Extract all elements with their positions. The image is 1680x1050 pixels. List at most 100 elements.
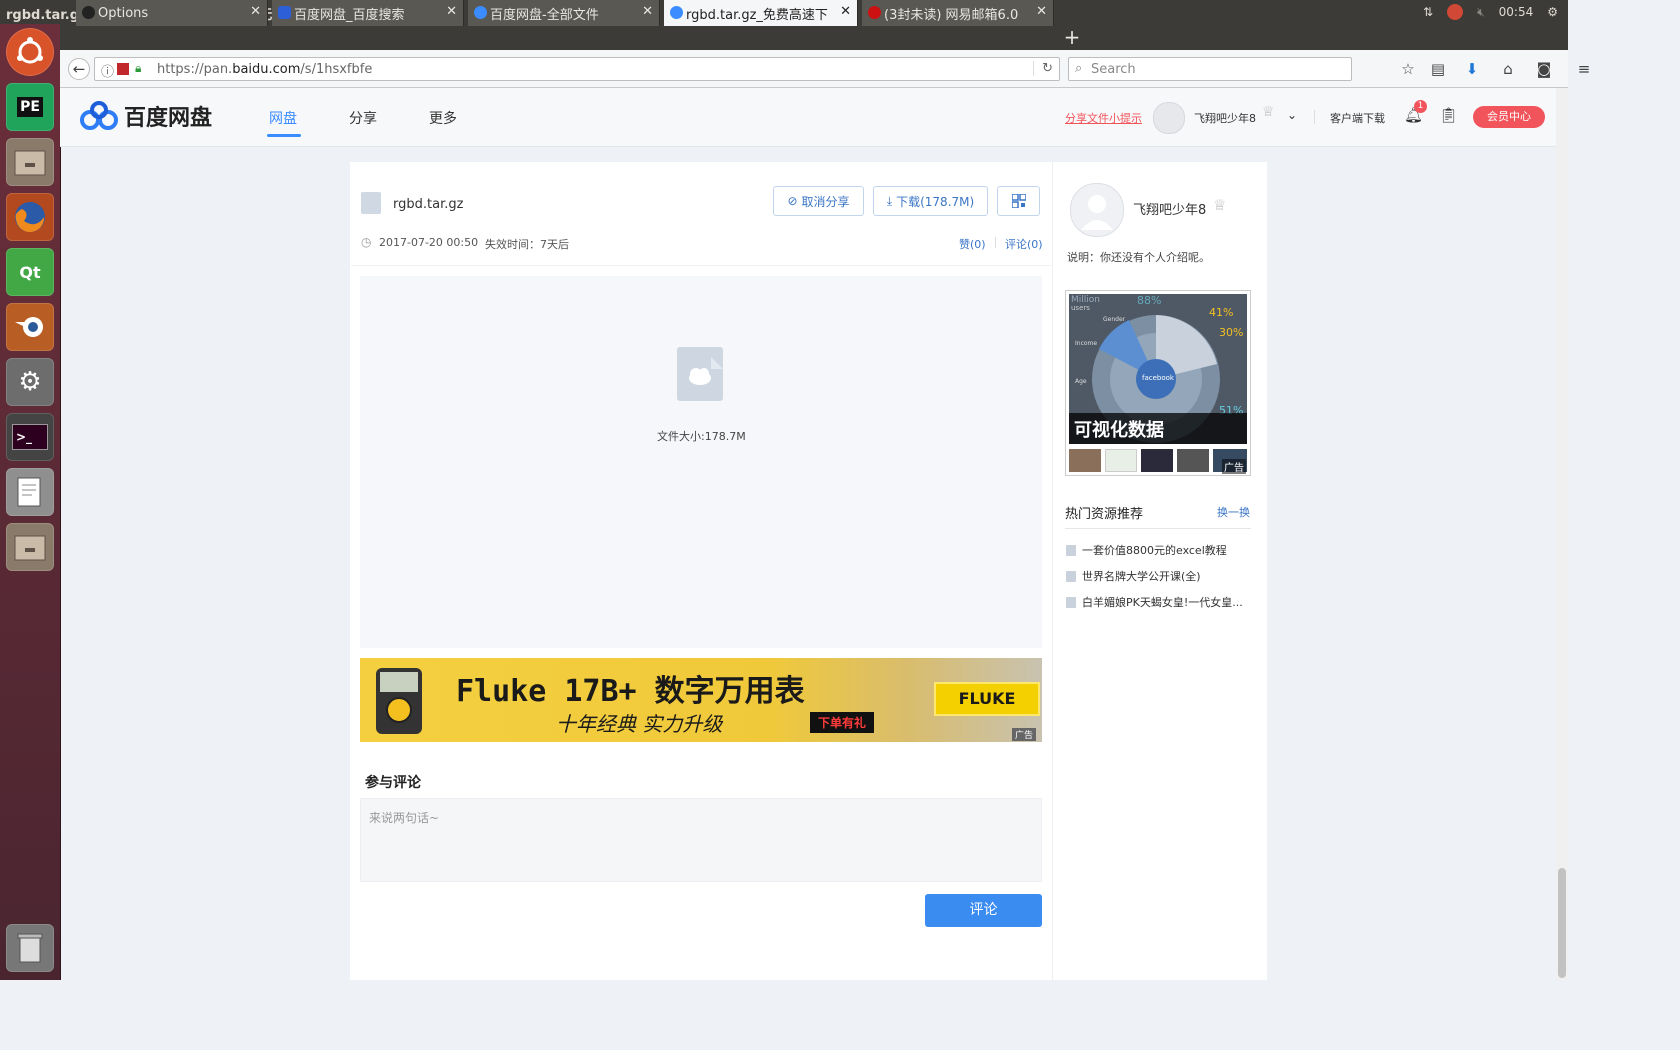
cancel-circle-icon: ⊘ [787, 194, 798, 208]
expire-time: 失效时间：7天后 [485, 238, 569, 251]
back-arrow-icon[interactable]: ← [68, 58, 90, 80]
tab-baidu-search[interactable]: 百度网盘_百度搜索 ✕ [272, 0, 464, 26]
home-icon[interactable]: ⌂ [1498, 59, 1518, 79]
firefox-icon[interactable] [6, 193, 54, 241]
file-preview-area [360, 276, 1042, 648]
baidu-pan-icon [474, 6, 487, 19]
sidebar-ad[interactable]: Million users 88% 41% 30% 51% facebook G… [1065, 290, 1251, 476]
submit-comment-button[interactable]: 评论 [925, 894, 1042, 927]
ad-slogan: 十年经典 实力升级 [556, 712, 723, 736]
close-icon[interactable]: ✕ [1036, 4, 1047, 19]
search-icon: ⌕ [1075, 61, 1083, 76]
ad-thumbnail[interactable] [1141, 449, 1173, 472]
blocked-content-icon[interactable] [117, 63, 129, 75]
volume-muted-icon[interactable]: 🔇︎ [1477, 5, 1485, 20]
refresh-link[interactable]: 换一换 [1217, 504, 1250, 520]
ad-thumbnail[interactable] [1105, 449, 1137, 472]
close-icon[interactable]: ✕ [642, 4, 653, 19]
nav-pan[interactable]: 网盘 [269, 108, 297, 128]
ubuntu-dash-icon[interactable] [6, 28, 54, 76]
system-settings-icon[interactable]: ⚙ [6, 358, 54, 406]
blender-icon[interactable] [6, 303, 54, 351]
reading-list-icon[interactable]: ▤ [1428, 59, 1448, 79]
site-logo[interactable]: 百度网盘 [80, 100, 212, 132]
comment-input[interactable]: 来说两句话~ [360, 798, 1042, 882]
input-method-icon[interactable] [1447, 4, 1464, 20]
comment-heading: 参与评论 [365, 775, 421, 791]
files-icon[interactable] [6, 138, 54, 186]
terminal-icon[interactable]: >_ [6, 413, 54, 461]
nav-more[interactable]: 更多 [429, 108, 457, 128]
scrollbar-thumb[interactable] [1558, 868, 1566, 978]
download-icon: ⤓ [886, 193, 893, 208]
infographic-text: 30% [1219, 326, 1244, 339]
qr-code-button[interactable] [997, 186, 1040, 216]
bookmark-star-icon[interactable]: ☆ [1398, 59, 1418, 79]
nav-share[interactable]: 分享 [349, 108, 377, 128]
crown-icon: ♕ [1262, 104, 1275, 120]
close-icon[interactable]: ✕ [446, 4, 457, 19]
sidebar-avatar[interactable] [1070, 183, 1124, 237]
file-name: rgbd.tar.gz [393, 197, 464, 212]
tab-rgbd-share[interactable]: rgbd.tar.gz_免费高速下 ✕ [664, 0, 858, 26]
url-bar[interactable]: ⓘ 🔒︎ https://pan.baidu.com/s/1hsxfbfe ↻ [94, 57, 1060, 81]
search-placeholder: Search [1091, 62, 1136, 77]
tab-label: 百度网盘-全部文件 [490, 7, 599, 23]
new-tab-button[interactable]: + [1060, 24, 1084, 50]
download-button[interactable]: ⤓ 下载(178.7M) [873, 186, 988, 216]
cancel-share-button[interactable]: ⊘ 取消分享 [773, 186, 864, 216]
clock[interactable]: 00:54 [1499, 5, 1534, 19]
close-icon[interactable]: ✕ [250, 4, 261, 19]
files-second-icon[interactable] [6, 523, 54, 571]
search-bar[interactable]: ⌕ Search [1068, 57, 1352, 81]
doc-icon [1066, 544, 1076, 556]
text-editor-icon[interactable] [6, 468, 54, 516]
tab-netease-mail[interactable]: (3封未读) 网易邮箱6.0 ✕ [862, 0, 1054, 26]
download-arrow-icon[interactable]: ⬇ [1462, 59, 1482, 79]
divider [995, 237, 996, 248]
cloud-file-icon [677, 347, 723, 401]
avatar[interactable] [1153, 102, 1185, 134]
github-icon [82, 6, 95, 19]
hot-item-label: 白羊媚娘PK天蝎女皇!一代女皇... [1082, 596, 1243, 609]
ad-promo: 下单有礼 [810, 712, 875, 733]
menu-hamburger-icon[interactable]: ≡ [1574, 59, 1594, 79]
reload-icon[interactable]: ↻ [1033, 61, 1053, 76]
network-icon[interactable]: ⇅ [1423, 5, 1433, 19]
qt-creator-icon[interactable]: Qt [6, 248, 54, 296]
hot-resources-title: 热门资源推荐 [1065, 507, 1144, 522]
settings-gear-icon[interactable]: ⚙ [1547, 5, 1558, 19]
client-download-link[interactable]: 客户端下载 [1330, 110, 1385, 126]
tab-options[interactable]: Options ✕ [76, 0, 268, 26]
share-tip-link[interactable]: 分享文件小提示 [1065, 110, 1142, 126]
brand-name: 百度网盘 [124, 106, 213, 131]
ad-banner[interactable]: Fluke 17B+ 数字万用表 十年经典 实力升级 下单有礼 FLUKE 广告 [360, 658, 1042, 742]
share-date: 2017-07-20 00:50 [379, 236, 479, 249]
ad-thumbnail[interactable] [1177, 449, 1209, 472]
hot-item[interactable]: 白羊媚娘PK天蝎女皇!一代女皇... [1066, 594, 1243, 610]
sidebar-username[interactable]: 飞翔吧少年8 [1133, 199, 1206, 218]
chevron-down-icon[interactable]: ⌄ [1287, 108, 1297, 122]
lock-icon[interactable]: 🔒︎ [135, 61, 141, 76]
sidebar-intro: 说明：你还没有个人介绍呢。 [1067, 251, 1210, 264]
tab-baidu-pan-files[interactable]: 百度网盘-全部文件 ✕ [468, 0, 660, 26]
ad-thumbnail[interactable] [1069, 449, 1101, 472]
notification-badge: 1 [1414, 100, 1427, 113]
hot-item[interactable]: 一套价值8800元的excel教程 [1066, 542, 1227, 558]
qt-label: Qt [19, 262, 41, 282]
close-icon[interactable]: ✕ [840, 4, 851, 19]
pycharm-icon[interactable]: PE [6, 83, 54, 131]
sidebar-ad-tag: 广告 [1222, 459, 1246, 474]
doc-icon [1066, 596, 1076, 608]
comments-link[interactable]: 评论(0) [1005, 236, 1043, 252]
info-icon[interactable]: ⓘ [101, 61, 114, 80]
trash-icon[interactable] [6, 924, 54, 972]
divider [351, 265, 1051, 266]
header-username[interactable]: 飞翔吧少年8 [1194, 110, 1256, 126]
vip-center-button[interactable]: 会员中心 [1473, 106, 1545, 128]
hot-item[interactable]: 世界名牌大学公开课(全) [1066, 568, 1201, 584]
page-scrollbar[interactable] [1556, 88, 1568, 980]
pocket-icon[interactable]: ◙ [1534, 59, 1554, 79]
clipboard-icon[interactable]: 📋︎ [1439, 106, 1458, 124]
like-link[interactable]: 赞(0) [959, 236, 986, 252]
